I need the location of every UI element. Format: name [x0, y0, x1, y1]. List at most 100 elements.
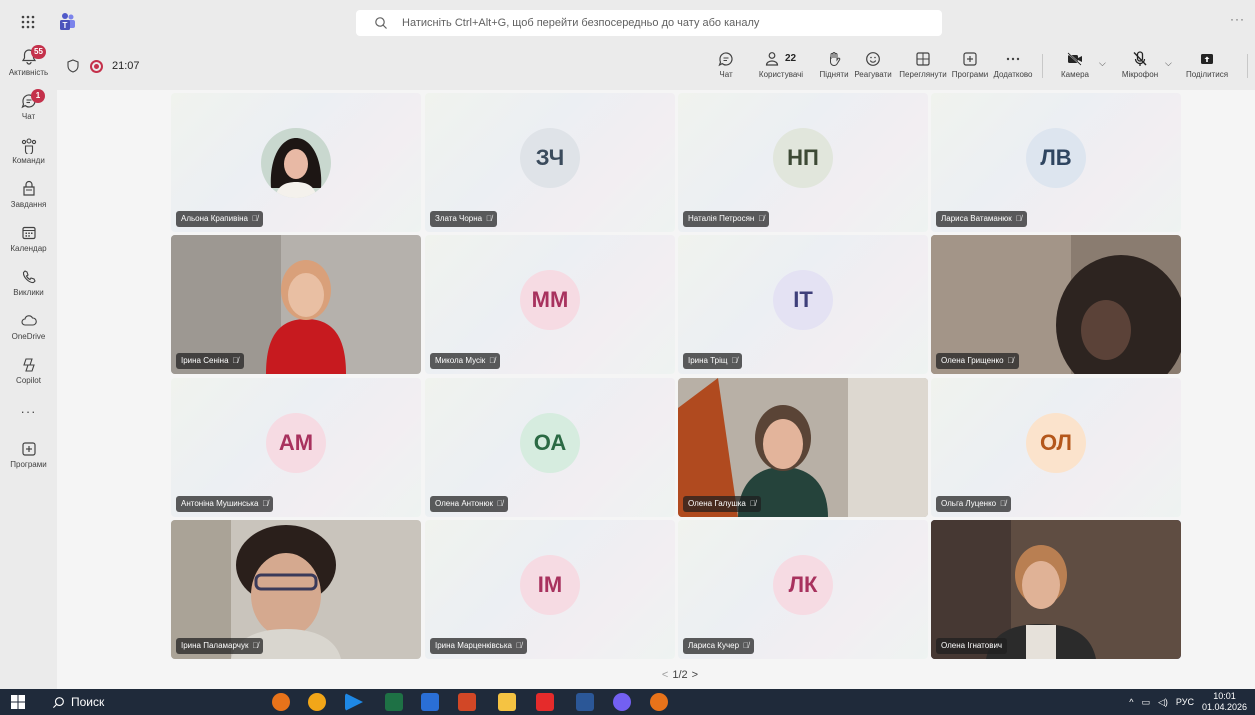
mic-off-icon: 🎙̸ — [262, 499, 269, 508]
avatar: ММ — [520, 270, 580, 330]
participant-tile[interactable]: ОЛ Ольга Луценко 🎙̸ — [931, 378, 1181, 517]
next-page-icon[interactable]: > — [692, 669, 698, 681]
participant-name-tag: Наталія Петросян 🎙̸ — [683, 211, 770, 227]
more-button[interactable]: Додатково — [991, 50, 1035, 86]
mic-off-icon: 🎙̸ — [758, 214, 765, 223]
mic-off-icon: 🎙̸ — [251, 214, 258, 223]
react-button[interactable]: Реагувати — [853, 50, 893, 86]
windows-taskbar: Поиск ^ ▭ ◁) РУС 10:01 01.04.2026 — [0, 689, 1255, 715]
people-count: 22 — [785, 53, 797, 64]
file-explorer-icon[interactable] — [498, 693, 516, 711]
avatar: ЛК — [773, 555, 833, 615]
camera-button[interactable]: Камера — [1057, 50, 1093, 86]
participant-tile[interactable]: АМ Антоніна Мушинська 🎙̸ — [171, 378, 421, 517]
mic-off-icon: 🎙̸ — [1000, 499, 1007, 508]
mic-button[interactable]: Мікрофон — [1117, 50, 1163, 86]
clock-time: 10:01 — [1213, 691, 1236, 701]
participant-tile[interactable]: Альона Крапивіна 🎙̸ — [171, 93, 421, 232]
apps-icon — [21, 442, 36, 456]
rail-item-copilot[interactable]: Copilot — [0, 352, 57, 396]
participant-tile[interactable]: Олена Галушка 🎙̸ — [678, 378, 928, 517]
chat-button[interactable]: Чат — [711, 50, 741, 86]
participant-tile[interactable]: Олена Грищенко 🎙̸ — [931, 235, 1181, 374]
participant-name: Ірина Тріщ — [688, 356, 728, 365]
rail-item-label: Програми — [10, 460, 47, 469]
participant-tile[interactable]: ЗЧ Злата Чорна 🎙̸ — [425, 93, 675, 232]
more-options-icon[interactable]: ··· — [1230, 12, 1245, 26]
apps-button[interactable]: Програми — [951, 50, 989, 86]
share-button[interactable]: Поділитися — [1179, 50, 1235, 86]
participant-name-tag: Ірина Сеніна 🎙̸ — [176, 353, 244, 369]
tray-expand-icon[interactable]: ^ — [1129, 697, 1133, 707]
participant-tile[interactable]: ЛК Лариса Кучер 🎙̸ — [678, 520, 928, 659]
app-launcher-icon[interactable] — [20, 14, 36, 30]
rail-more-icon[interactable]: ··· — [0, 396, 57, 426]
volume-icon[interactable]: ◁) — [1158, 697, 1168, 708]
rail-item-chat[interactable]: 1 Чат — [0, 88, 57, 132]
participant-name: Ольга Луценко — [941, 499, 997, 508]
cloud-icon — [21, 315, 37, 326]
search-bar[interactable]: Натисніть Ctrl+Alt+G, щоб перейти безпос… — [356, 10, 942, 36]
participant-name-tag: Антоніна Мушинська 🎙̸ — [176, 496, 274, 512]
participant-tile-active-speaker[interactable]: Олена Ігнатович — [931, 520, 1181, 659]
pdf-reader-icon[interactable] — [536, 693, 554, 711]
windows-start-icon[interactable] — [11, 695, 25, 709]
chrome-icon[interactable] — [272, 693, 290, 711]
view-button[interactable]: Переглянути — [895, 50, 951, 86]
participant-name: Ірина Паламарчук — [181, 641, 249, 650]
word-icon[interactable] — [576, 693, 594, 711]
participant-tile[interactable]: ММ Микола Мусік 🎙̸ — [425, 235, 675, 374]
rail-item-teams[interactable]: Команди — [0, 132, 57, 176]
raise-label: Підняти — [819, 70, 849, 79]
add-app-icon — [963, 52, 977, 66]
media-player-icon[interactable] — [345, 693, 363, 711]
rail-item-calendar[interactable]: Календар — [0, 220, 57, 264]
participant-tile[interactable]: Ірина Паламарчук 🎙̸ — [171, 520, 421, 659]
participant-tile[interactable]: ІТ Ірина Тріщ 🎙̸ — [678, 235, 928, 374]
participant-name-tag: Ірина Марценківська 🎙̸ — [430, 638, 527, 654]
video-stage: Альона Крапивіна 🎙̸ ЗЧ Злата Чорна 🎙̸ НП Н… — [57, 90, 1255, 689]
taskbar-search[interactable]: Поиск — [52, 695, 104, 709]
grid-view-icon — [916, 52, 930, 66]
powerpoint-icon[interactable] — [458, 693, 476, 711]
people-button[interactable]: 22 Користувачі — [749, 50, 813, 86]
camera-off-icon — [1067, 52, 1082, 66]
more-icon — [1006, 57, 1020, 61]
rail-item-label: Активність — [8, 68, 49, 77]
browser-icon[interactable] — [308, 693, 326, 711]
rail-item-tasks[interactable]: Завдання — [0, 176, 57, 220]
system-tray: ^ ▭ ◁) РУС 10:01 01.04.2026 — [1129, 689, 1247, 715]
mic-off-icon: 🎙̸ — [515, 641, 522, 650]
participant-name: Олена Галушка — [688, 499, 746, 508]
mic-off-icon: 🎙̸ — [497, 499, 504, 508]
mic-off-icon: 🎙̸ — [252, 641, 259, 650]
camera-options-chevron-icon[interactable]: ⌵ — [1099, 58, 1106, 69]
mic-off-icon: 🎙̸ — [486, 214, 493, 223]
input-language[interactable]: РУС — [1176, 697, 1194, 707]
raise-hand-button[interactable]: Підняти — [817, 50, 851, 86]
participant-tile[interactable]: ІМ Ірина Марценківська 🎙̸ — [425, 520, 675, 659]
viber-icon[interactable] — [613, 693, 631, 711]
mic-options-chevron-icon[interactable]: ⌵ — [1165, 58, 1172, 69]
rail-item-activity[interactable]: 55 Активність — [0, 44, 57, 88]
avatar: ОА — [520, 413, 580, 473]
save-file-icon[interactable] — [421, 693, 439, 711]
network-icon[interactable]: ▭ — [1141, 697, 1150, 708]
prev-page-icon[interactable]: < — [662, 669, 668, 681]
rail-item-onedrive[interactable]: OneDrive — [0, 308, 57, 352]
participant-tile[interactable]: ОА Олена Антонюк 🎙̸ — [425, 378, 675, 517]
rail-item-calls[interactable]: Виклики — [0, 264, 57, 308]
rail-item-label: Виклики — [13, 288, 44, 297]
participant-tile[interactable]: ЛВ Лариса Ватаманюк 🎙̸ — [931, 93, 1181, 232]
participant-tile[interactable]: Ірина Сеніна 🎙̸ — [171, 235, 421, 374]
phone-icon — [22, 270, 36, 284]
chat-label: Чат — [719, 70, 733, 79]
mic-off-icon: 🎙̸ — [1015, 214, 1022, 223]
avatar: ОЛ — [1026, 413, 1086, 473]
chrome-icon[interactable] — [650, 693, 668, 711]
rail-item-apps[interactable]: Програми — [0, 436, 57, 480]
excel-icon[interactable] — [385, 693, 403, 711]
clock[interactable]: 10:01 01.04.2026 — [1202, 691, 1247, 713]
participant-tile[interactable]: НП Наталія Петросян 🎙̸ — [678, 93, 928, 232]
participant-name: Антоніна Мушинська — [181, 499, 259, 508]
